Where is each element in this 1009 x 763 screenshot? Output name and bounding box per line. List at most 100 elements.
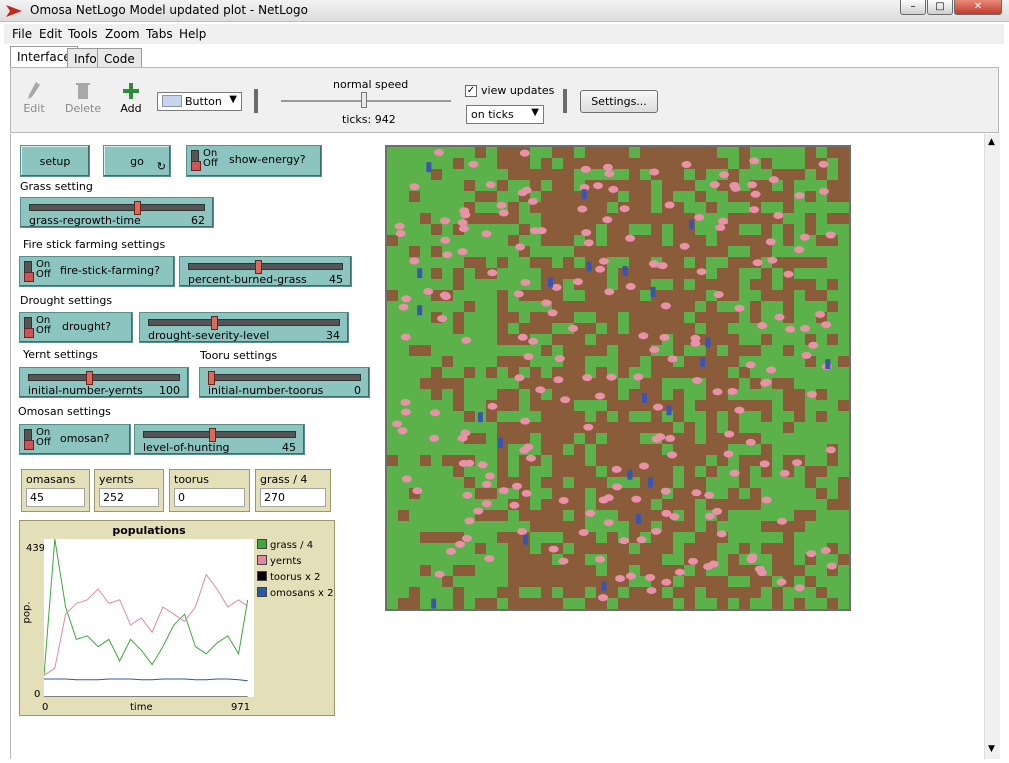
grass-patch [794, 224, 805, 235]
grass-patch [684, 411, 695, 422]
grass-patch [838, 587, 849, 598]
menu-zoom[interactable]: Zoom [105, 27, 140, 41]
grass-patch [816, 213, 827, 224]
show-energy-switch[interactable]: On Off show-energy? [186, 145, 322, 177]
scroll-down-arrow-icon[interactable]: ▼ [988, 744, 995, 754]
yernt-agent-icon [551, 283, 562, 291]
grass-patch [618, 312, 629, 323]
menu-file[interactable]: File [12, 27, 32, 41]
grass-patch [827, 290, 838, 301]
yernt-agent-icon [481, 500, 492, 508]
grass-patch [519, 257, 530, 268]
yernt-agent-icon [473, 507, 484, 515]
world-view[interactable] [385, 145, 851, 611]
edit-button[interactable]: Edit [21, 82, 47, 115]
legend-item-omosans: omosans x 2 [257, 587, 334, 599]
grass-patch [618, 191, 629, 202]
grass-patch [497, 246, 508, 257]
go-button[interactable]: go ↻ [103, 145, 171, 177]
grass-patch [816, 576, 827, 587]
yernt-agent-icon [794, 192, 805, 200]
yernt-agent-icon [484, 555, 495, 563]
slider-value: 100 [159, 384, 180, 397]
grass-patch [706, 213, 717, 224]
yernt-agent-icon [462, 491, 473, 499]
yernt-agent-icon [437, 315, 448, 323]
settings-button[interactable]: Settings... [580, 90, 658, 113]
slider-knob[interactable] [86, 371, 93, 385]
slider-knob[interactable] [210, 316, 218, 330]
level-of-hunting-slider[interactable]: level-of-hunting 45 [134, 424, 305, 455]
omasans-monitor: omasans 45 [21, 469, 90, 512]
initial-number-toorus-slider[interactable]: initial-number-toorus 0 [199, 367, 370, 398]
menu-edit[interactable]: Edit [39, 27, 62, 41]
update-mode-select[interactable]: on ticks ▼ [466, 105, 544, 124]
yernt-agent-icon [498, 209, 509, 217]
setup-button[interactable]: setup [20, 145, 90, 177]
grass-patch [805, 488, 816, 499]
menu-help[interactable]: Help [179, 27, 206, 41]
grass-patch [398, 444, 409, 455]
widget-type-select[interactable]: Button ▼ [157, 92, 242, 111]
vertical-scrollbar[interactable]: ▲ ▼ [984, 134, 1000, 759]
view-updates-checkbox[interactable]: ✓ [465, 85, 477, 97]
grass-patch [750, 411, 761, 422]
omosan-switch[interactable]: On Off omosan? [19, 424, 131, 455]
speed-slider-thumb[interactable] [361, 92, 367, 108]
grass-patch [827, 521, 838, 532]
close-button[interactable]: ✕ [954, 0, 1002, 15]
slider-name: grass-regrowth-time [29, 214, 141, 227]
grass-patch [431, 213, 442, 224]
yernt-agent-icon [521, 489, 532, 497]
yernt-agent-icon [595, 392, 605, 400]
minimize-button[interactable]: – [900, 0, 926, 15]
slider-knob[interactable] [208, 428, 216, 442]
grass-patch [519, 301, 530, 312]
yernt-agent-icon [519, 446, 530, 454]
yernt-agent-icon [794, 584, 805, 592]
yernt-agent-icon [734, 406, 745, 414]
yernt-agent-icon [394, 222, 405, 230]
grass-monitor: grass / 4 270 [255, 469, 331, 512]
grass-patch [431, 345, 442, 356]
add-button[interactable]: Add [119, 82, 143, 115]
grass-patch [739, 290, 750, 301]
grass-patch [497, 598, 508, 609]
grass-patch [761, 345, 772, 356]
grass-patch [717, 477, 728, 488]
fire-stick-farming-switch[interactable]: On Off fire-stick-farming? [19, 256, 175, 287]
drought-switch[interactable]: On Off drought? [19, 312, 133, 343]
tab-code[interactable]: Code [97, 48, 142, 68]
yernt-agent-icon [535, 386, 546, 394]
omosan-agent-icon [635, 513, 641, 524]
delete-button[interactable]: Delete [65, 82, 101, 115]
percent-burned-grass-slider[interactable]: percent-burned-grass 45 [179, 256, 352, 287]
grass-regrowth-time-slider[interactable]: grass-regrowth-time 62 [20, 197, 214, 228]
grass-patch [761, 587, 772, 598]
grass-patch [409, 279, 420, 290]
grass-patch [772, 224, 783, 235]
grass-patch [464, 356, 475, 367]
initial-number-yernts-slider[interactable]: initial-number-yernts 100 [19, 367, 189, 398]
grass-patch [585, 312, 596, 323]
grass-patch [794, 301, 805, 312]
slider-knob[interactable] [208, 371, 215, 385]
scroll-up-arrow-icon[interactable]: ▲ [988, 137, 995, 147]
grass-patch [398, 565, 409, 576]
slider-knob[interactable] [133, 201, 141, 215]
omosan-agent-icon [477, 412, 483, 423]
tooru-section-label: Tooru settings [200, 349, 278, 362]
yernt-agent-icon [572, 278, 583, 286]
grass-patch [464, 400, 475, 411]
monitor-name: omasans [26, 473, 76, 486]
menu-tabs[interactable]: Tabs [146, 27, 173, 41]
drought-severity-level-slider[interactable]: drought-severity-level 34 [139, 312, 349, 343]
slider-knob[interactable] [254, 260, 262, 274]
yernt-agent-icon [625, 572, 636, 580]
maximize-button[interactable]: □ [927, 0, 953, 15]
grass-patch [387, 411, 398, 422]
grass-patch [585, 334, 596, 345]
menu-tools[interactable]: Tools [68, 27, 98, 41]
grass-patch [794, 378, 805, 389]
grass-patch [420, 334, 431, 345]
